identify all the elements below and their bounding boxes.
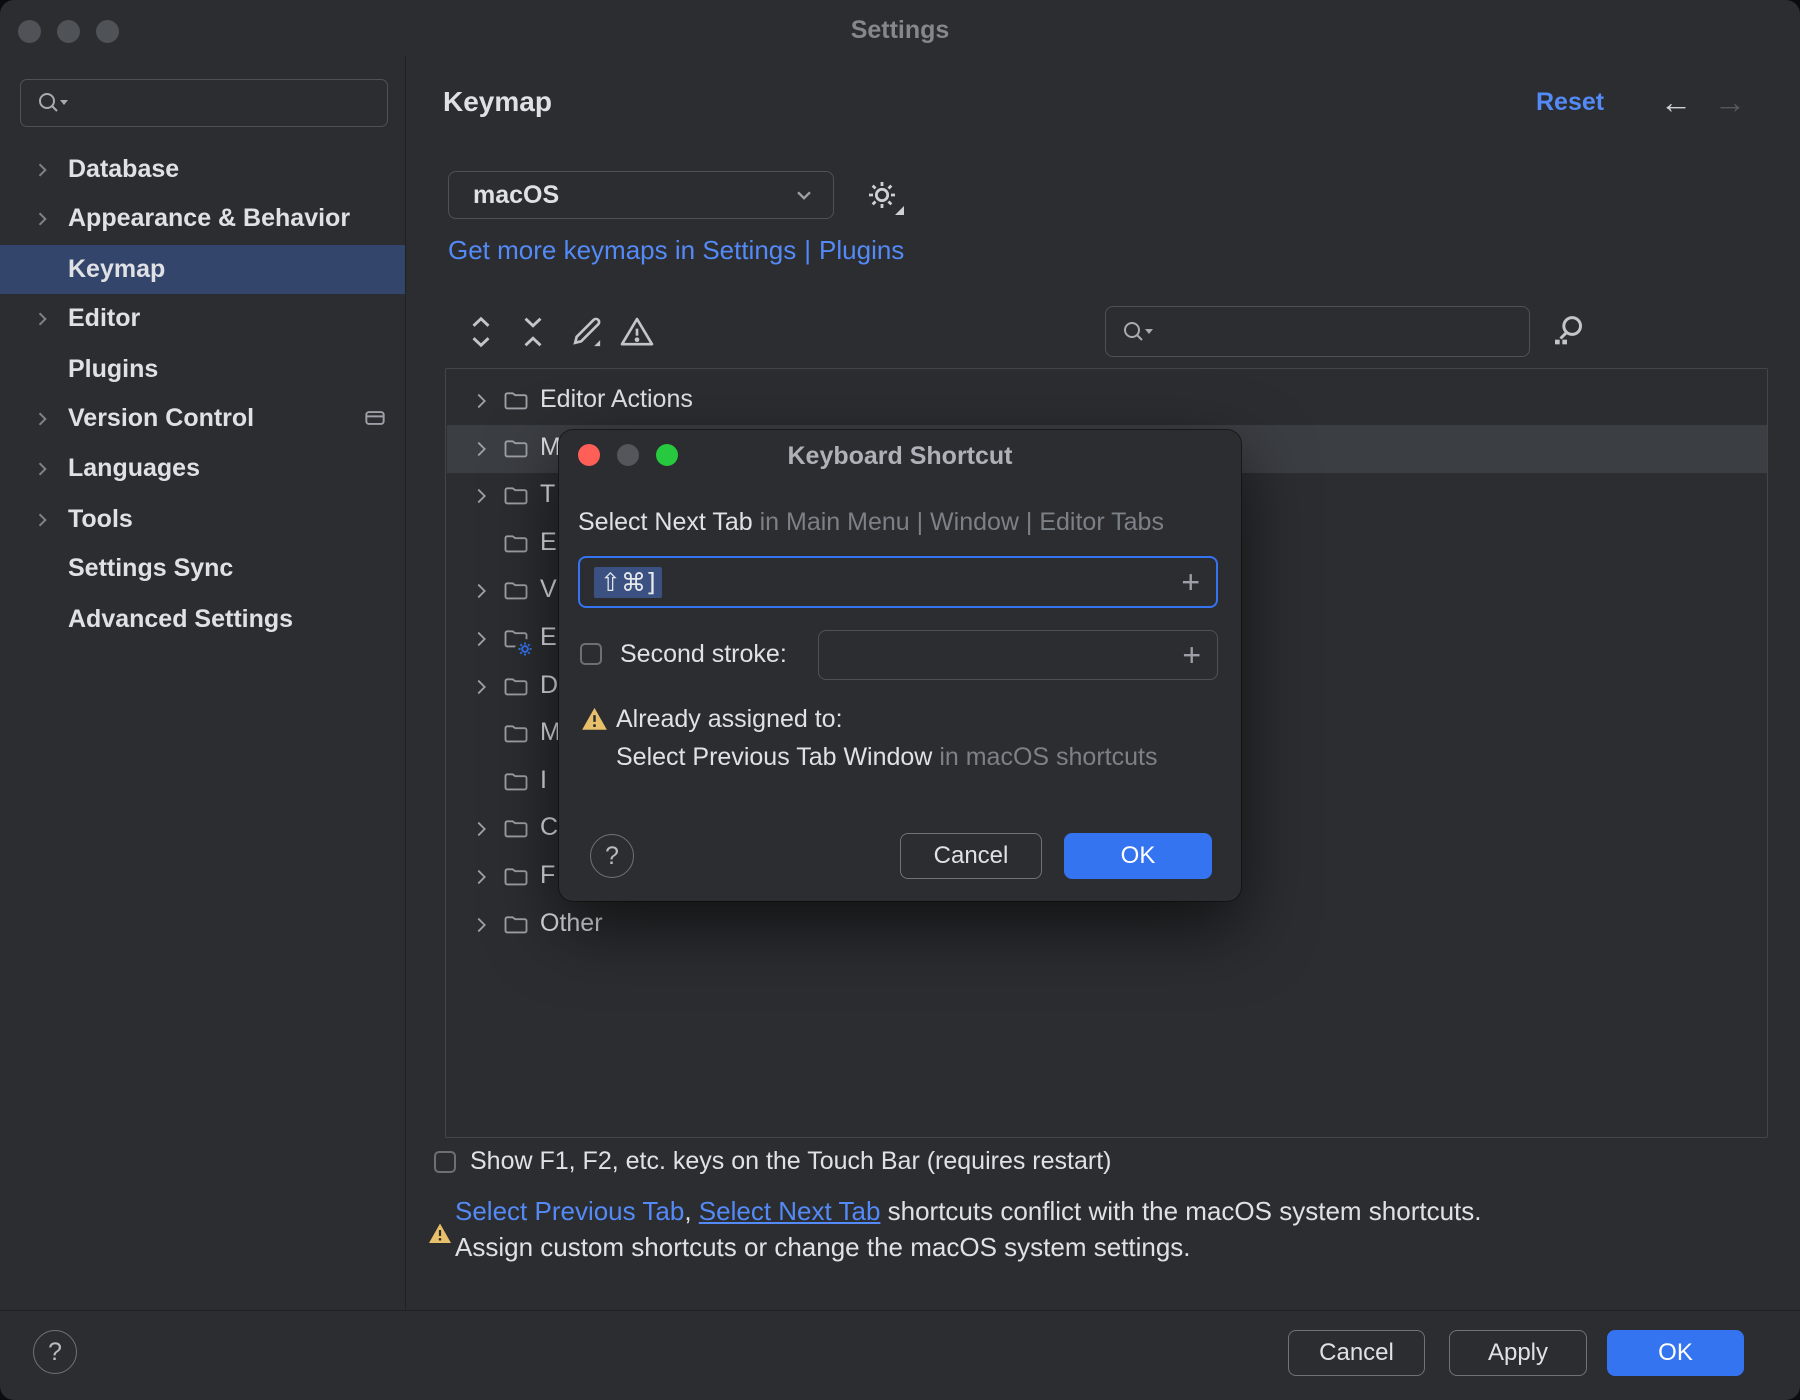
find-actions-by-shortcut-icon[interactable] [1548,311,1588,351]
sidebar-item-languages[interactable]: Languages [0,444,405,493]
chevron-right-icon [470,914,492,936]
tree-row-other[interactable]: Other [447,901,1768,949]
folder-icon [502,673,530,701]
select-next-tab-link[interactable]: Select Next Tab [699,1196,881,1226]
folder-icon [502,530,530,558]
edit-pencil-icon[interactable] [566,312,606,352]
chevron-right-icon [32,510,52,530]
help-button[interactable]: ? [33,1330,77,1374]
folder-icon [502,863,530,891]
folder-icon [502,720,530,748]
dropdown-caret [895,206,904,215]
sidebar-item-advanced-settings[interactable]: Advanced Settings [0,595,405,644]
dialog-title: Keyboard Shortcut [559,442,1241,471]
sidebar-divider [405,55,406,1310]
forward-arrow-icon[interactable]: → [1714,84,1746,121]
chevron-right-icon [470,818,492,840]
second-stroke-input[interactable]: + [818,630,1218,680]
action-context: in Main Menu | Window | Editor Tabs [760,508,1164,536]
chevron-right-icon [32,459,52,479]
folder-icon [502,577,530,605]
chevron-down-icon [791,182,817,208]
warning-icon [581,706,608,731]
tree-row-editor-actions[interactable]: Editor Actions [447,377,1768,425]
reset-link[interactable]: Reset [1536,88,1604,117]
chevron-right-icon [32,160,52,180]
folder-icon [502,768,530,796]
sidebar-item-version-control[interactable]: Version Control [0,394,405,443]
action-name: Select Next Tab [578,508,753,536]
folder-icon [502,387,530,415]
touchbar-option-row: Show F1, F2, etc. keys on the Touch Bar … [434,1147,1111,1176]
shortcut-value: ⇧⌘] [594,567,662,598]
keyboard-shortcut-dialog: Keyboard Shortcut Select Next Tab in Mai… [559,430,1241,901]
gear-badge-icon [515,639,535,659]
expand-all-icon[interactable] [461,312,501,352]
keymap-scheme-select[interactable]: macOS [448,171,834,219]
window-title: Settings [0,16,1800,45]
plugins-link[interactable]: Plugins [819,235,904,265]
settings-window: Settings Database Appearance & Behavior … [0,0,1800,1400]
chevron-right-icon [470,676,492,698]
sidebar-item-database[interactable]: Database [0,145,405,194]
sidebar-item-tools[interactable]: Tools [0,495,405,544]
chevron-right-icon [470,580,492,602]
dialog-ok-button[interactable]: OK [1064,833,1212,879]
bottom-separator [0,1310,1800,1311]
second-stroke-checkbox[interactable] [580,643,602,665]
already-assigned-label: Already assigned to: [616,705,843,734]
touchbar-label: Show F1, F2, etc. keys on the Touch Bar … [470,1147,1111,1176]
chevron-right-icon [32,409,52,429]
ok-button[interactable]: OK [1607,1330,1744,1376]
warning-icon [428,1222,452,1244]
dialog-help-button[interactable]: ? [590,834,634,878]
get-more-keymaps-link[interactable]: Get more keymaps in Settings [448,235,796,265]
dialog-cancel-button[interactable]: Cancel [900,833,1042,879]
apply-button[interactable]: Apply [1449,1330,1587,1376]
folder-icon [502,815,530,843]
show-conflicts-warning-icon[interactable] [617,312,657,352]
collapse-all-icon[interactable] [513,312,553,352]
first-stroke-input[interactable]: ⇧⌘] + [578,556,1218,608]
gear-icon[interactable] [862,175,902,215]
shortcut-search-input[interactable] [1105,306,1530,357]
second-stroke-label: Second stroke: [620,640,787,669]
conflict-action: Select Previous Tab Window [616,743,932,771]
back-arrow-icon[interactable]: ← [1660,84,1692,121]
sidebar-item-editor[interactable]: Editor [0,294,405,343]
chevron-right-icon [470,628,492,650]
get-more-keymaps-links: Get more keymaps in Settings|Plugins [448,235,904,266]
touchbar-checkbox[interactable] [434,1151,456,1173]
conflict-message-line1: Select Previous Tab, Select Next Tab sho… [455,1196,1482,1227]
chevron-right-icon [470,390,492,412]
chevron-right-icon [470,485,492,507]
shelf-icon [362,405,388,431]
sidebar-item-settings-sync[interactable]: Settings Sync [0,544,405,593]
search-icon [1120,317,1156,347]
sidebar-item-appearance-behavior[interactable]: Appearance & Behavior [0,194,405,243]
conflict-context: in macOS shortcuts [939,743,1157,771]
conflict-message-line2: Assign custom shortcuts or change the ma… [455,1232,1191,1263]
chevron-right-icon [470,438,492,460]
add-shortcut-icon[interactable]: + [1181,566,1200,598]
sidebar-item-plugins[interactable]: Plugins [0,345,405,394]
folder-icon [502,482,530,510]
sidebar-item-keymap[interactable]: Keymap [0,245,405,294]
chevron-right-icon [470,866,492,888]
sidebar-search-input[interactable] [20,79,388,127]
folder-icon [502,435,530,463]
conflict-detail: Select Previous Tab Window in macOS shor… [616,743,1157,772]
search-icon [35,88,71,118]
chevron-right-icon [32,309,52,329]
add-second-stroke-icon[interactable]: + [1182,639,1201,671]
select-previous-tab-link[interactable]: Select Previous Tab [455,1196,684,1226]
page-title: Keymap [443,86,552,118]
folder-icon [502,911,530,939]
chevron-right-icon [32,209,52,229]
cancel-button[interactable]: Cancel [1288,1330,1425,1376]
action-line: Select Next Tab in Main Menu | Window | … [578,508,1164,537]
